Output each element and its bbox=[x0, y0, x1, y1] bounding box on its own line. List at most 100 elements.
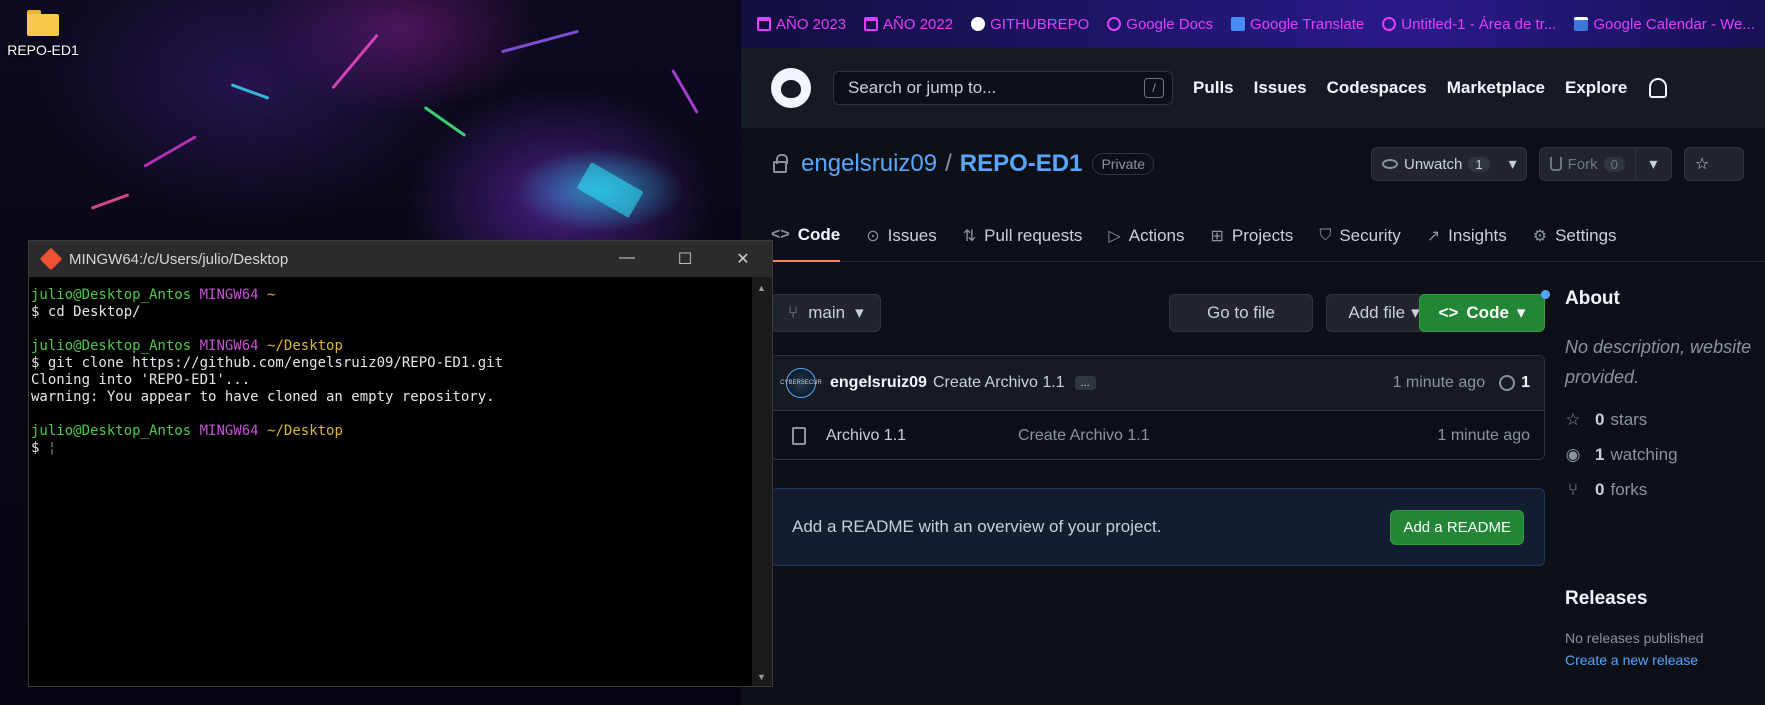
scroll-up-icon[interactable]: ▲ bbox=[757, 283, 766, 293]
nav-pulls[interactable]: Pulls bbox=[1193, 78, 1234, 98]
tab-settings[interactable]: ⚙ Settings bbox=[1533, 210, 1617, 262]
latest-commit-row: CYBERSECUR engelsruiz09 Create Archivo 1… bbox=[772, 356, 1544, 411]
tab-insights[interactable]: ↗ Insights bbox=[1427, 210, 1507, 262]
file-name-link[interactable]: Archivo 1.1 bbox=[826, 427, 1018, 445]
about-description: No description, website provided. bbox=[1565, 332, 1765, 392]
repo-owner-link[interactable]: engelsruiz09 bbox=[801, 150, 937, 178]
terminal-titlebar[interactable]: MINGW64:/c/Users/julio/Desktop — ☐ ✕ bbox=[29, 241, 772, 277]
branch-icon: ⑂ bbox=[788, 303, 799, 322]
watch-dropdown-button[interactable]: ▾ bbox=[1500, 148, 1526, 180]
folder-icon bbox=[27, 10, 59, 36]
wallpaper-streak bbox=[671, 69, 699, 114]
tab-issues[interactable]: ⊙ Issues bbox=[866, 210, 937, 262]
forks-label: forks bbox=[1610, 480, 1648, 499]
create-release-link[interactable]: Create a new release bbox=[1565, 652, 1765, 668]
nav-codespaces[interactable]: Codespaces bbox=[1327, 78, 1427, 98]
prompt-path: ~/Desktop bbox=[267, 338, 343, 354]
bookmark-google-calendar[interactable]: Google Calendar - We... bbox=[1574, 16, 1755, 33]
minimize-button[interactable]: — bbox=[598, 249, 656, 269]
visibility-badge: Private bbox=[1092, 153, 1155, 175]
bookmark-untitled[interactable]: Untitled-1 - Área de tr... bbox=[1382, 16, 1556, 33]
scroll-down-icon[interactable]: ▼ bbox=[757, 672, 766, 682]
bell-icon[interactable] bbox=[1649, 78, 1668, 98]
tab-projects[interactable]: ⊞ Projects bbox=[1210, 210, 1293, 262]
repo-name-link[interactable]: REPO-ED1 bbox=[960, 150, 1083, 178]
nav-explore[interactable]: Explore bbox=[1565, 78, 1627, 98]
stars-link[interactable]: ☆ 0 stars bbox=[1565, 410, 1765, 430]
commit-author-link[interactable]: engelsruiz09 bbox=[830, 374, 927, 392]
avatar[interactable]: CYBERSECUR bbox=[780, 368, 822, 398]
tab-label: Pull requests bbox=[984, 226, 1083, 245]
shield-icon: ⛉ bbox=[1319, 227, 1332, 244]
tab-security[interactable]: ⛉ Security bbox=[1319, 210, 1400, 262]
eye-icon: ◉ bbox=[1565, 445, 1581, 464]
readme-prompt-text: Add a README with an overview of your pr… bbox=[792, 517, 1162, 536]
bookmark-ano-2023[interactable]: AÑO 2023 bbox=[757, 16, 846, 33]
file-list: CYBERSECUR engelsruiz09 Create Archivo 1… bbox=[771, 355, 1545, 460]
repo-title: engelsruiz09 / REPO-ED1 Private bbox=[773, 150, 1155, 178]
commit-time[interactable]: 1 minute ago bbox=[1393, 374, 1486, 392]
fork-button[interactable]: Fork 0 bbox=[1540, 148, 1635, 180]
watching-link[interactable]: ◉ 1 watching bbox=[1565, 445, 1765, 465]
star-icon: ☆ bbox=[1565, 410, 1581, 429]
chevron-down-icon: ▾ bbox=[1508, 156, 1517, 173]
code-button[interactable]: <> Code ▾ bbox=[1419, 294, 1545, 332]
file-row[interactable]: Archivo 1.1 Create Archivo 1.1 1 minute … bbox=[772, 411, 1544, 459]
forks-link[interactable]: ⑂ 0 forks bbox=[1565, 480, 1765, 500]
terminal-window[interactable]: MINGW64:/c/Users/julio/Desktop — ☐ ✕ jul… bbox=[28, 240, 773, 687]
prompt-host: MINGW64 bbox=[199, 287, 259, 303]
gear-icon: ⚙ bbox=[1532, 228, 1548, 245]
desktop-folder-repo[interactable]: REPO-ED1 bbox=[6, 10, 80, 58]
unwatch-button[interactable]: Unwatch 1 bbox=[1372, 148, 1500, 180]
stars-label: stars bbox=[1610, 410, 1648, 429]
maximize-button[interactable]: ☐ bbox=[656, 249, 714, 269]
repo-content: ⑂ main ▾ Go to file Add file ▾ <> Code ▾… bbox=[741, 262, 1765, 705]
bookmark-ano-2022[interactable]: AÑO 2022 bbox=[864, 16, 953, 33]
desktop-folder-label: REPO-ED1 bbox=[7, 42, 79, 58]
go-to-file-button[interactable]: Go to file bbox=[1169, 294, 1313, 332]
terminal-scrollbar[interactable]: ▲ ▼ bbox=[752, 277, 772, 686]
fork-button-group: Fork 0 ▾ bbox=[1538, 147, 1672, 181]
stars-count: 0 bbox=[1595, 410, 1605, 429]
repo-separator: / bbox=[945, 150, 952, 177]
commit-expand-button[interactable]: ... bbox=[1074, 376, 1096, 390]
star-button[interactable]: ☆ bbox=[1683, 147, 1744, 181]
nav-issues[interactable]: Issues bbox=[1254, 78, 1307, 98]
table-icon: ⊞ bbox=[1210, 228, 1224, 245]
wallpaper-streak bbox=[230, 83, 270, 100]
terminal-output[interactable]: julio@Desktop_Antos MINGW64 ~ $ cd Deskt… bbox=[29, 277, 752, 686]
fork-counter: 0 bbox=[1603, 156, 1625, 172]
bookmark-google-translate[interactable]: Google Translate bbox=[1231, 16, 1364, 33]
file-commit-message-link[interactable]: Create Archivo 1.1 bbox=[1018, 427, 1150, 445]
readme-prompt: Add a README with an overview of your pr… bbox=[771, 488, 1545, 566]
file-icon bbox=[792, 427, 806, 445]
star-icon: ☆ bbox=[1694, 156, 1710, 173]
notification-dot bbox=[1541, 290, 1550, 299]
tab-label: Settings bbox=[1555, 226, 1617, 245]
releases-title[interactable]: Releases bbox=[1565, 588, 1765, 610]
tab-actions[interactable]: ▷ Actions bbox=[1108, 210, 1184, 262]
fork-dropdown-button[interactable]: ▾ bbox=[1634, 148, 1671, 180]
unwatch-label: Unwatch bbox=[1404, 155, 1463, 173]
github-logo-icon[interactable] bbox=[771, 68, 811, 108]
nav-marketplace[interactable]: Marketplace bbox=[1447, 78, 1545, 98]
bookmark-githubrepo[interactable]: GITHUBREPO bbox=[971, 16, 1089, 33]
branch-selector[interactable]: ⑂ main ▾ bbox=[771, 294, 881, 332]
tab-code[interactable]: <> Code bbox=[771, 210, 841, 262]
prompt-host: MINGW64 bbox=[199, 423, 259, 439]
commit-history-link[interactable]: 1 bbox=[1499, 374, 1530, 392]
search-input[interactable]: Search or jump to... / bbox=[833, 71, 1173, 105]
git-icon bbox=[39, 247, 63, 271]
close-button[interactable]: ✕ bbox=[714, 249, 772, 269]
terminal-line: $ cd Desktop/ bbox=[31, 304, 141, 320]
tab-pull-requests[interactable]: ⇅ Pull requests bbox=[963, 210, 1083, 262]
bookmark-google-docs[interactable]: Google Docs bbox=[1107, 16, 1213, 33]
wallpaper-streak bbox=[423, 105, 467, 138]
wallpaper-streak bbox=[143, 135, 197, 168]
commit-message-link[interactable]: Create Archivo 1.1 bbox=[933, 374, 1065, 392]
terminal-line: warning: You appear to have cloned an em… bbox=[31, 389, 495, 405]
chevron-down-icon: ▾ bbox=[855, 303, 864, 322]
about-sidebar: About No description, website provided. … bbox=[1565, 288, 1765, 515]
add-readme-button[interactable]: Add a README bbox=[1390, 509, 1524, 545]
terminal-line: Cloning into 'REPO-ED1'... bbox=[31, 372, 251, 388]
